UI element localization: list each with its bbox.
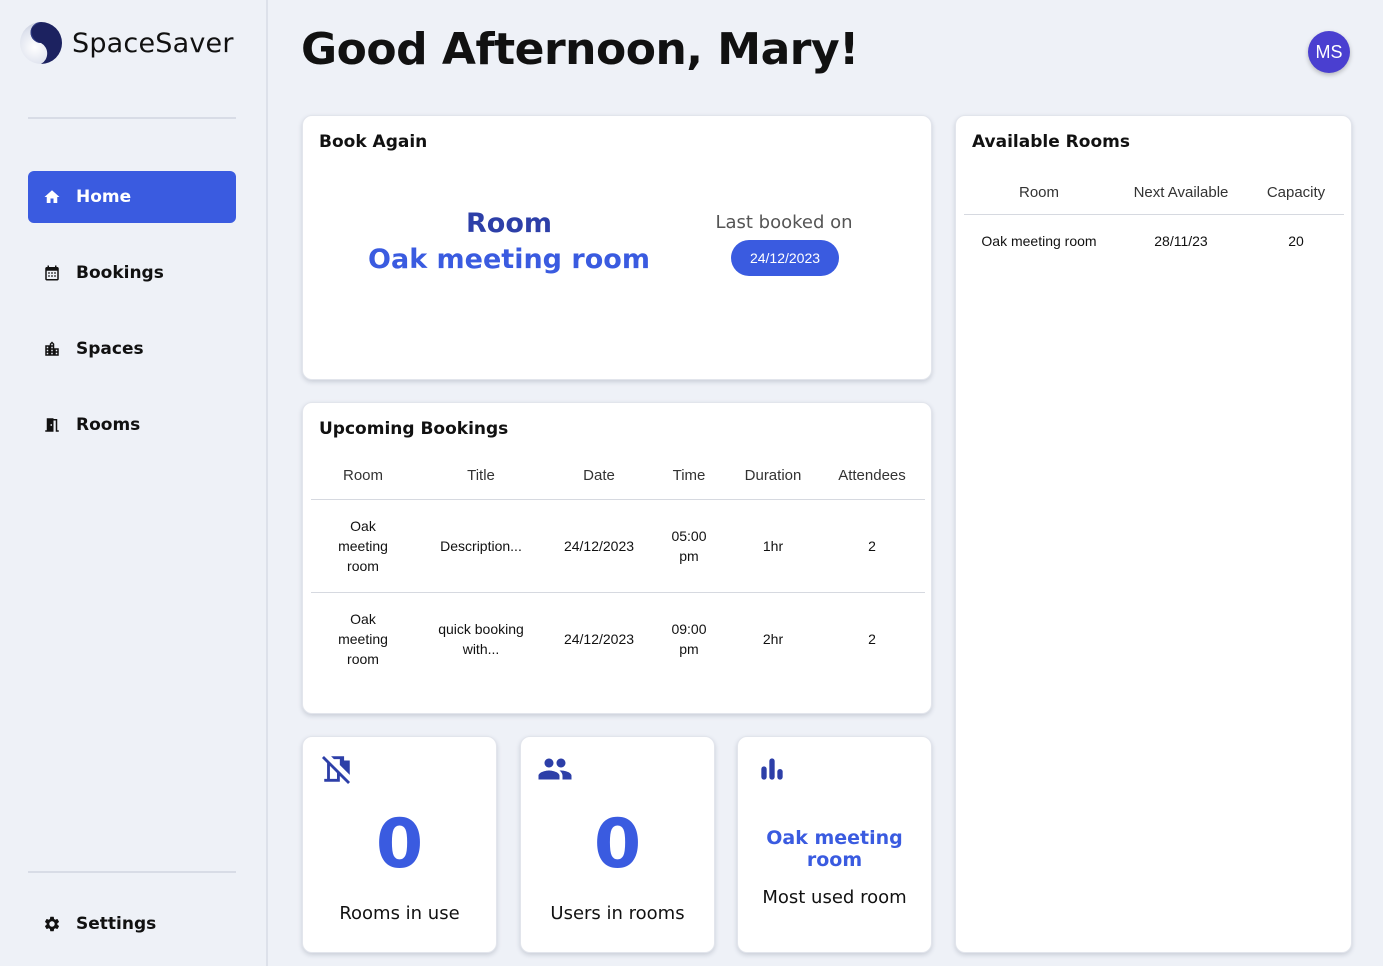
last-booked-label: Last booked on [715, 212, 853, 233]
table-row[interactable]: Oak meeting room 28/11/23 20 [964, 214, 1344, 268]
sidebar-item-label: Home [76, 187, 132, 207]
sidebar-item-label: Settings [76, 914, 157, 934]
bar-chart-icon [754, 751, 790, 787]
cell-duration: 2hr [762, 630, 784, 647]
calendar-icon [42, 263, 62, 283]
upcoming-bookings-card: Upcoming Bookings Room Title Date Time D… [302, 402, 932, 714]
cell-date: 24/12/2023 [563, 630, 635, 647]
sidebar-divider-top [28, 117, 236, 119]
book-again-card[interactable]: Book Again Room Oak meeting room Last bo… [302, 115, 932, 380]
sidebar-item-spaces[interactable]: Spaces [28, 323, 236, 375]
column-header: Room [311, 453, 415, 500]
card-title: Book Again [319, 132, 428, 152]
cell-duration: 1hr [727, 499, 819, 593]
available-rooms-card: Available Rooms Room Next Available Capa… [955, 115, 1352, 953]
book-again-room[interactable]: Room Oak meeting room [363, 206, 655, 278]
cell-room: Oak meeting room [311, 499, 415, 593]
building-icon [42, 339, 62, 359]
users-icon [537, 751, 573, 787]
column-header: Attendees [819, 453, 925, 500]
cell-next-available: 28/11/23 [1154, 233, 1208, 250]
app-name: SpaceSaver [72, 27, 234, 59]
column-header: Time [651, 453, 727, 500]
cell-title: Description... [415, 499, 547, 593]
table-header-row: Room Title Date Time Duration Attendees [311, 453, 925, 500]
sidebar-item-rooms[interactable]: Rooms [28, 399, 236, 451]
page-title: Good Afternoon, Mary! [301, 24, 859, 75]
cell-time: 09:00 pm [671, 620, 707, 657]
sidebar: SpaceSaver Home Bookings Spaces Rooms Se… [0, 0, 268, 966]
users-in-rooms-value: 0 [593, 805, 642, 884]
logo-mark-icon [20, 22, 62, 64]
rooms-in-use-value: 0 [375, 805, 424, 884]
card-title: Upcoming Bookings [319, 419, 509, 439]
column-header: Date [547, 453, 651, 500]
sidebar-item-label: Bookings [76, 263, 164, 283]
room-heading: Room [465, 208, 553, 239]
most-used-room-label: Most used room [762, 887, 907, 908]
sidebar-item-label: Rooms [76, 415, 141, 435]
cell-room: Oak meeting room [981, 233, 1097, 250]
cell-room: Oak meeting room [338, 610, 388, 667]
most-used-room-card: Oak meeting room Most used room [737, 736, 932, 953]
gear-icon [42, 914, 62, 934]
rooms-in-use-label: Rooms in use [339, 903, 460, 924]
upcoming-bookings-table: Room Title Date Time Duration Attendees … [311, 453, 925, 685]
cell-title: quick booking with... [438, 620, 524, 657]
sidebar-item-bookings[interactable]: Bookings [28, 247, 236, 299]
available-rooms-table: Room Next Available Capacity Oak meeting… [964, 172, 1344, 268]
rooms-in-use-card: 0 Rooms in use [302, 736, 497, 953]
cell-attendees: 2 [819, 499, 925, 593]
cell-attendees: 2 [868, 630, 876, 647]
card-title: Available Rooms [972, 132, 1130, 152]
column-header: Next Available [1114, 172, 1248, 215]
sidebar-item-label: Spaces [76, 339, 144, 359]
most-used-room-value: Oak meeting room [766, 827, 903, 871]
door-icon [42, 415, 62, 435]
room-name: Oak meeting room [368, 244, 650, 275]
room-off-icon [319, 751, 355, 787]
table-header-row: Room Next Available Capacity [964, 172, 1344, 215]
app-logo[interactable]: SpaceSaver [18, 20, 234, 66]
cell-capacity: 20 [1288, 233, 1304, 250]
column-header: Duration [727, 453, 819, 500]
column-header: Capacity [1248, 172, 1344, 215]
sidebar-item-home[interactable]: Home [28, 171, 236, 223]
cell-date: 24/12/2023 [547, 499, 651, 593]
users-in-rooms-label: Users in rooms [550, 903, 685, 924]
avatar[interactable]: MS [1308, 31, 1350, 73]
column-header: Title [415, 453, 547, 500]
table-row[interactable]: Oak meeting room Description... 24/12/20… [311, 499, 925, 593]
home-icon [42, 187, 62, 207]
sidebar-divider-bottom [28, 871, 236, 873]
column-header: Room [964, 172, 1114, 215]
last-booked-date-badge: 24/12/2023 [731, 240, 839, 276]
users-in-rooms-card: 0 Users in rooms [520, 736, 715, 953]
sidebar-item-settings[interactable]: Settings [28, 898, 236, 950]
cell-time: 05:00 pm [651, 499, 727, 593]
table-row[interactable]: Oak meeting room quick booking with... 2… [311, 592, 925, 685]
